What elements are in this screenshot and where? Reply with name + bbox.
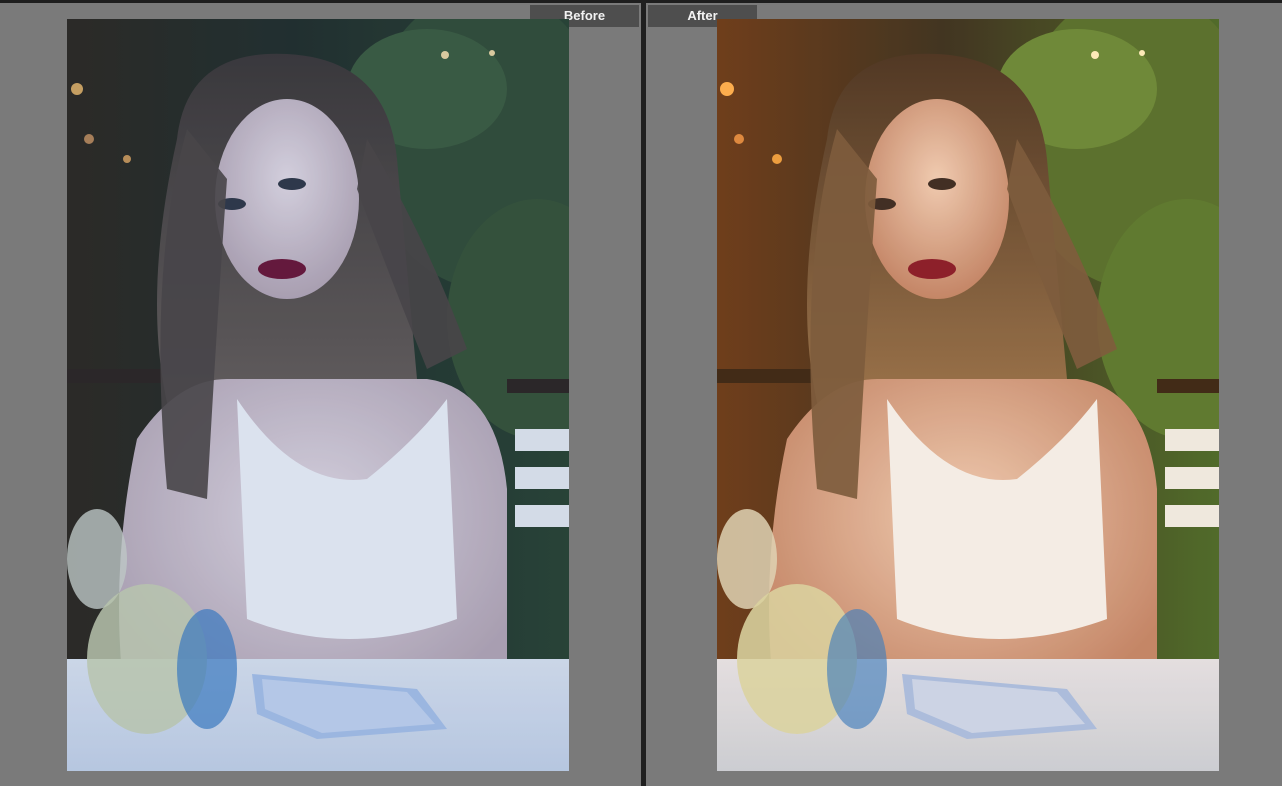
after-pane[interactable]: After xyxy=(646,3,1282,786)
before-photo-image xyxy=(67,19,569,771)
before-pane[interactable]: Before xyxy=(0,3,641,786)
after-photo[interactable] xyxy=(717,19,1219,771)
before-photo[interactable] xyxy=(67,19,569,771)
after-photo-image xyxy=(717,19,1219,771)
